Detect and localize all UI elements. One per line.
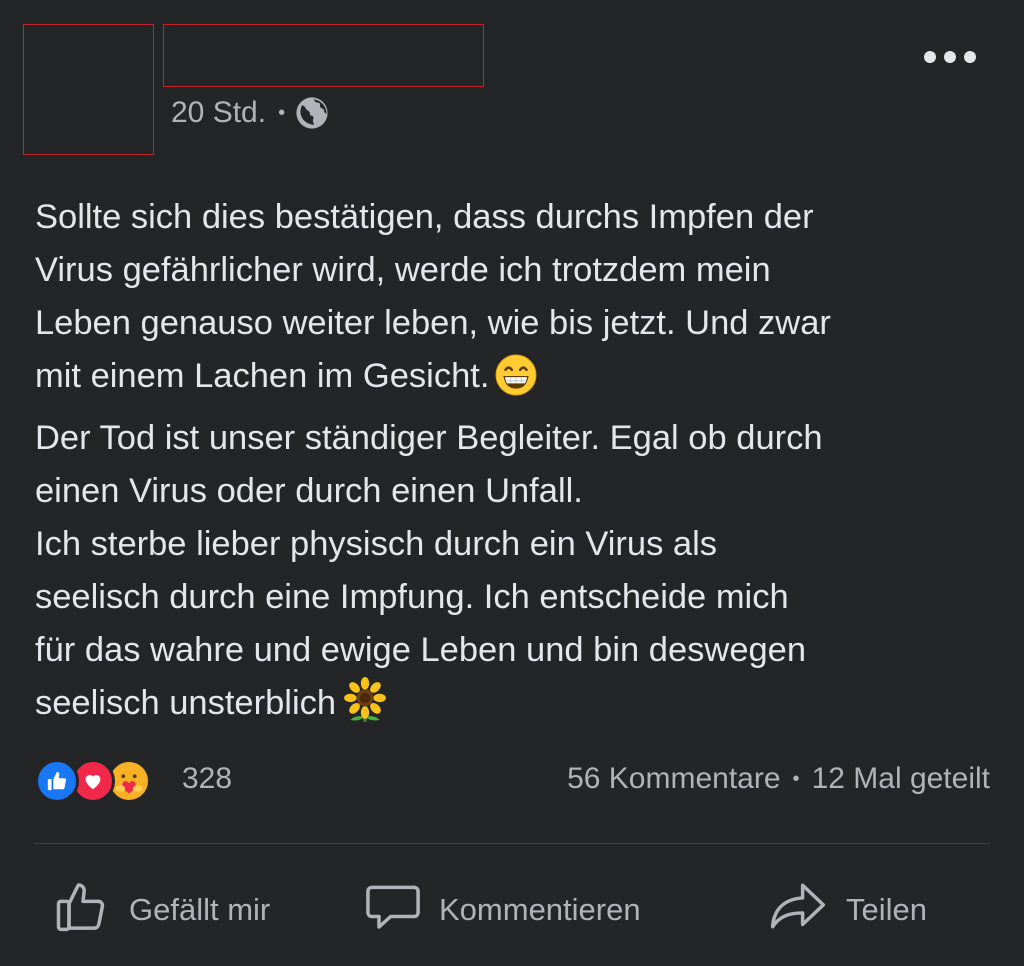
post-line: Leben genauso weiter leben, wie bis jetz… [35,304,831,342]
grinning-face-emoji [495,354,537,412]
meta-separator: • [278,101,286,124]
post-line: für das wahre und ewige Leben und bin de… [35,631,807,669]
comments-count-link[interactable]: 56 Kommentare [567,762,780,796]
engagement-separator: • [792,767,800,790]
post-line: einen Virus oder durch einen Unfall. [35,472,583,510]
avatar-redacted[interactable] [23,24,154,155]
comment-button-label: Kommentieren [439,892,641,927]
more-dot [944,51,956,63]
engagement-stats: 56 Kommentare • 12 Mal geteilt [567,762,990,796]
more-options-button[interactable] [924,43,976,71]
action-bar: Gefällt mir Kommentieren Teilen [35,870,990,950]
globe-icon[interactable] [295,96,329,130]
more-dot [924,51,936,63]
post-line-with-emoji: mit einem Lachen im Gesicht. [35,350,995,412]
post-line: seelisch unsterblich [35,684,337,722]
sunflower-emoji [342,677,388,739]
like-button-label: Gefällt mir [129,892,271,927]
post-line: Virus gefährlicher wird, werde ich trotz… [35,251,771,289]
reaction-count[interactable]: 328 [182,762,232,796]
post-timestamp[interactable]: 20 Std. [171,96,266,130]
post-line-with-emoji: seelisch unsterblich [35,677,995,739]
author-name-redacted[interactable] [163,24,484,87]
post-line: mit einem Lachen im Gesicht. [35,357,490,395]
post-meta: 20 Std. • [171,93,329,133]
post-line: Ich sterbe lieber physisch durch ein Vir… [35,525,718,563]
thumbs-up-icon [55,878,129,942]
post-line: Der Tod ist unser ständiger Begleiter. E… [35,419,823,457]
like-reaction-icon [35,759,79,803]
post-line: seelisch durch eine Impfung. Ich entsche… [35,578,789,616]
comment-button[interactable]: Kommentieren [365,870,641,950]
post-body: Sollte sich dies bestätigen, dass durchs… [35,191,995,739]
divider [35,843,990,844]
share-button-label: Teilen [846,892,927,927]
like-button[interactable]: Gefällt mir [55,870,270,950]
share-button[interactable]: Teilen [768,870,927,950]
more-dot [964,51,976,63]
reactions-row: 328 56 Kommentare • 12 Mal geteilt [35,757,990,805]
shares-count-link[interactable]: 12 Mal geteilt [812,762,990,796]
post-line: Sollte sich dies bestätigen, dass durchs… [35,198,814,236]
reaction-icons[interactable] [35,759,151,803]
share-arrow-icon [768,878,846,942]
comment-bubble-icon [365,878,439,942]
